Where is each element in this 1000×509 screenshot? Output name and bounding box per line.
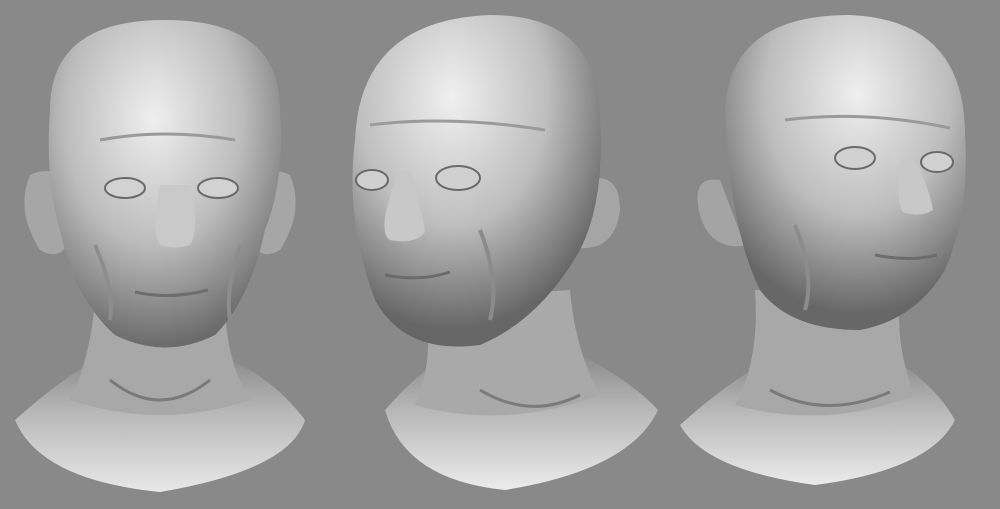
head-bust-three-quarter-right-render: [680, 15, 966, 485]
head-bust-three-quarter-right: [675, 0, 1000, 509]
sculpt-viewport[interactable]: [0, 0, 1000, 509]
head-bust-three-quarter-left-render: [352, 15, 658, 490]
head-bust-front-render: [15, 20, 305, 492]
head-bust-front: [0, 0, 320, 509]
head-bust-three-quarter-left: [330, 0, 670, 509]
